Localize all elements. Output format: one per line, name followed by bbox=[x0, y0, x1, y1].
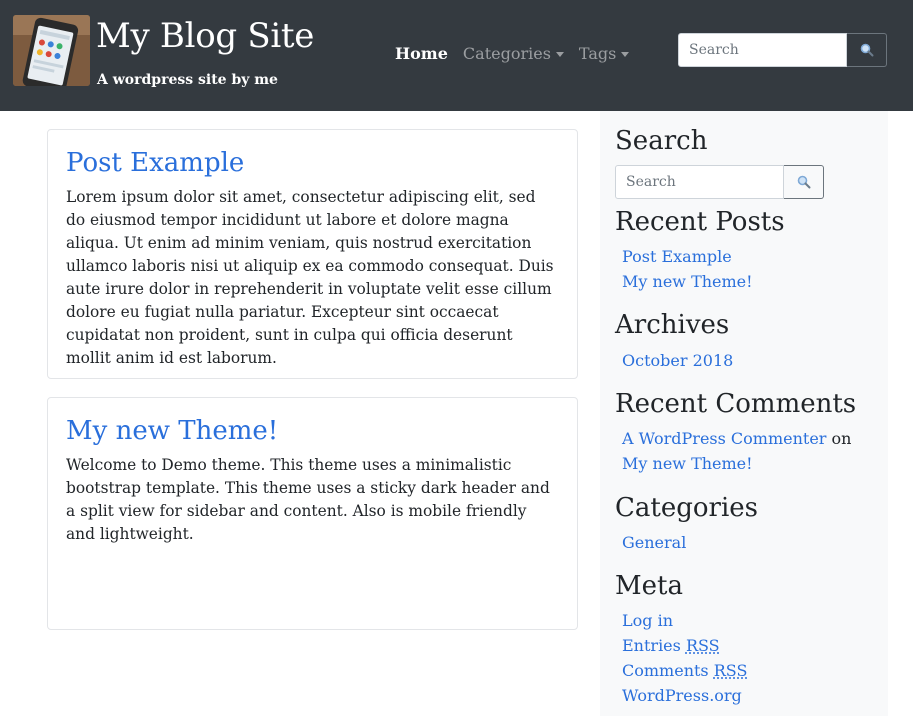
nav-tags-dropdown[interactable]: Tags bbox=[578, 42, 630, 66]
post-title-link[interactable]: My new Theme! bbox=[66, 414, 559, 448]
caret-down-icon bbox=[555, 51, 564, 57]
nav-home[interactable]: Home bbox=[395, 42, 448, 66]
categories-list: General bbox=[622, 530, 877, 555]
comments-rss-link[interactable]: Comments RSS bbox=[622, 658, 877, 683]
nav-tags-label: Tags bbox=[578, 44, 617, 63]
nav-home-label: Home bbox=[395, 44, 448, 63]
header-search-input[interactable] bbox=[678, 33, 847, 67]
comment-post-link[interactable]: My new Theme! bbox=[622, 454, 753, 473]
sidebar: Search Recent Posts Post Example My new … bbox=[600, 111, 888, 716]
site-header: My Blog Site A wordpress site by me Home… bbox=[0, 0, 913, 111]
recent-comments-list: A WordPress Commenter on My new Theme! bbox=[622, 426, 877, 476]
sidebar-search-input[interactable] bbox=[615, 165, 784, 199]
entries-rss-prefix: Entries bbox=[622, 636, 681, 655]
phone-photo-logo bbox=[13, 15, 90, 86]
recent-posts-list: Post Example My new Theme! bbox=[622, 244, 877, 294]
magnifier-icon bbox=[797, 175, 810, 189]
entries-rss-link[interactable]: Entries RSS bbox=[622, 633, 877, 658]
widget-title-meta: Meta bbox=[615, 571, 683, 601]
site-tagline: A wordpress site by me bbox=[97, 72, 278, 88]
post-card: My new Theme! Welcome to Demo theme. Thi… bbox=[47, 397, 578, 630]
post-card: Post Example Lorem ipsum dolor sit amet,… bbox=[47, 129, 578, 379]
comment-connector: on bbox=[831, 429, 852, 448]
meta-list: Log in Entries RSS Comments RSS WordPres… bbox=[622, 608, 877, 708]
header-search-button[interactable] bbox=[847, 33, 887, 67]
nav-categories-label: Categories bbox=[462, 44, 551, 63]
comment-author-link[interactable]: A WordPress Commenter bbox=[622, 429, 826, 448]
widget-title-recent-posts: Recent Posts bbox=[615, 207, 785, 237]
rss-abbr: RSS bbox=[685, 636, 720, 655]
header-search-form bbox=[678, 33, 887, 67]
widget-title-recent-comments: Recent Comments bbox=[615, 389, 857, 419]
nav-categories-dropdown[interactable]: Categories bbox=[463, 42, 564, 66]
site-logo[interactable] bbox=[13, 15, 90, 86]
wordpress-org-link[interactable]: WordPress.org bbox=[622, 683, 877, 708]
archive-link[interactable]: October 2018 bbox=[622, 348, 877, 373]
post-title-link[interactable]: Post Example bbox=[66, 146, 559, 180]
recent-post-link[interactable]: Post Example bbox=[622, 244, 877, 269]
magnifier-icon bbox=[860, 43, 873, 57]
site-title[interactable]: My Blog Site bbox=[96, 16, 314, 56]
sidebar-search-form bbox=[615, 165, 824, 199]
rss-abbr: RSS bbox=[713, 661, 748, 680]
post-excerpt: Welcome to Demo theme. This theme uses a… bbox=[66, 456, 550, 543]
comments-rss-prefix: Comments bbox=[622, 661, 709, 680]
post-excerpt: Lorem ipsum dolor sit amet, consectetur … bbox=[66, 188, 554, 367]
sidebar-search-button[interactable] bbox=[784, 165, 824, 199]
caret-down-icon bbox=[621, 51, 630, 57]
archives-list: October 2018 bbox=[622, 348, 877, 373]
recent-post-link[interactable]: My new Theme! bbox=[622, 269, 877, 294]
login-link[interactable]: Log in bbox=[622, 608, 877, 633]
category-link[interactable]: General bbox=[622, 530, 877, 555]
widget-title-categories: Categories bbox=[615, 493, 758, 523]
main-nav: Home Categories Tags bbox=[395, 42, 644, 66]
widget-title-archives: Archives bbox=[615, 310, 730, 340]
widget-title-search: Search bbox=[615, 126, 708, 156]
